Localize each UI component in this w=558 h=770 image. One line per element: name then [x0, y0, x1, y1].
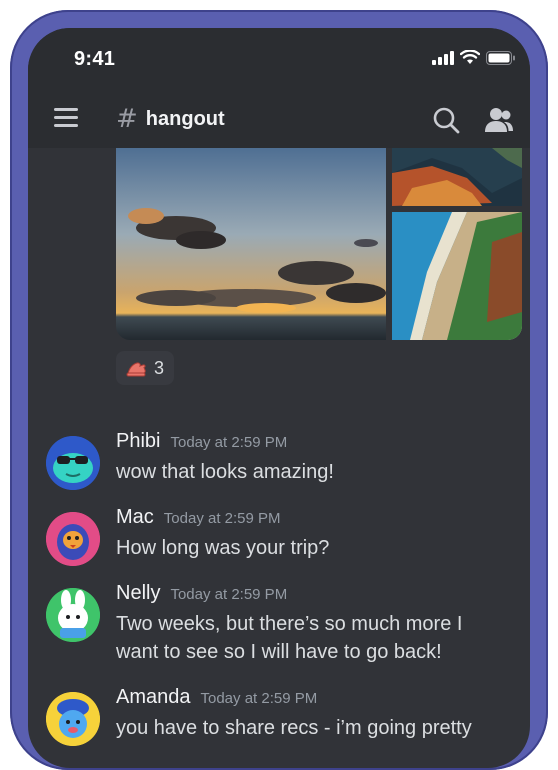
app-screen: 9:41 # hangout 3 Phibi Today at 2:59 PM … — [28, 28, 530, 768]
status-time: 9:41 — [74, 48, 116, 70]
status-bar: 9:41 — [28, 28, 530, 92]
wifi-icon — [460, 50, 480, 64]
message-text: Two weeks, but there’s so much more I wa… — [116, 613, 463, 663]
channel-name: hangout — [145, 107, 225, 130]
message-list[interactable]: 3 Phibi Today at 2:59 PM wow that looks … — [28, 148, 530, 768]
author-name[interactable]: Nelly — [116, 582, 160, 605]
reaction-count: 3 — [154, 357, 165, 378]
sunset-clouds-image[interactable] — [116, 148, 386, 340]
message-timestamp: Today at 2:59 PM — [163, 510, 281, 527]
hamburger-menu-icon[interactable] — [54, 108, 78, 128]
message-timestamp: Today at 2:59 PM — [170, 434, 288, 451]
reaction-chip[interactable]: 3 — [116, 351, 175, 385]
hash-icon: # — [116, 104, 138, 134]
hand-emoji-icon — [126, 362, 146, 377]
message-text: wow that looks amazing! — [116, 461, 334, 483]
message-header: Amanda Today at 2:59 PM — [116, 686, 317, 709]
message-timestamp: Today at 2:59 PM — [200, 690, 318, 707]
avatar[interactable] — [46, 512, 100, 566]
message-header: Mac Today at 2:59 PM — [116, 506, 281, 529]
channel-title: # hangout — [116, 104, 225, 134]
message-header: Phibi Today at 2:59 PM — [116, 430, 287, 453]
author-name[interactable]: Phibi — [116, 430, 160, 453]
message-text: you have to share recs - i’m going prett… — [116, 717, 472, 739]
author-name[interactable]: Mac — [116, 506, 154, 529]
message-header: Nelly Today at 2:59 PM — [116, 582, 287, 605]
message-text: How long was your trip? — [116, 537, 330, 559]
coastal-cliff-image[interactable] — [392, 148, 522, 206]
message-timestamp: Today at 2:59 PM — [170, 586, 288, 603]
members-icon[interactable] — [484, 106, 514, 134]
author-name[interactable]: Amanda — [116, 686, 191, 709]
avatar[interactable] — [46, 436, 100, 490]
image-attachments — [116, 148, 522, 340]
channel-header: # hangout — [28, 92, 530, 148]
avatar[interactable] — [46, 692, 100, 746]
beach-aerial-image[interactable] — [392, 212, 522, 340]
battery-icon — [486, 50, 515, 65]
status-icons — [432, 50, 516, 65]
search-icon[interactable] — [432, 106, 460, 134]
signal-icon — [432, 50, 454, 65]
avatar[interactable] — [46, 588, 100, 642]
